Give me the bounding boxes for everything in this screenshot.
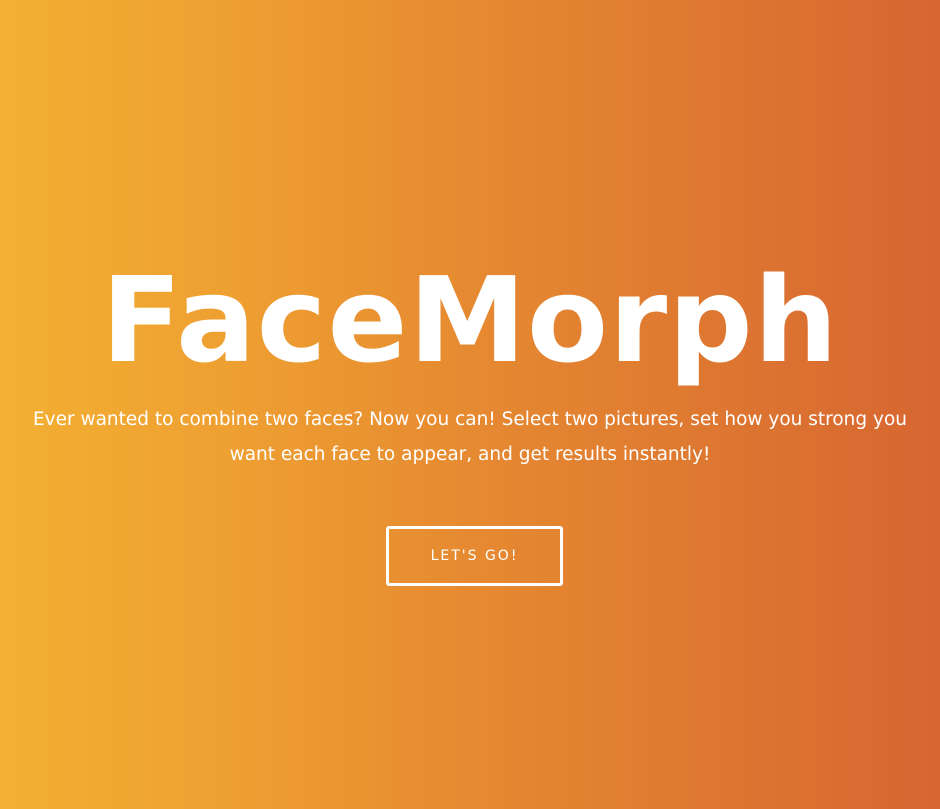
lets-go-button[interactable]: LET'S GO! [386, 526, 563, 586]
hero-section: FaceMorph Ever wanted to combine two fac… [0, 0, 940, 809]
app-title: FaceMorph [101, 251, 839, 389]
tagline-line-1: Ever wanted to combine two faces? Now yo… [32, 409, 908, 430]
tagline: Ever wanted to combine two faces? Now yo… [0, 402, 940, 472]
tagline-line-2: want each face to appear, and get result… [229, 444, 711, 465]
